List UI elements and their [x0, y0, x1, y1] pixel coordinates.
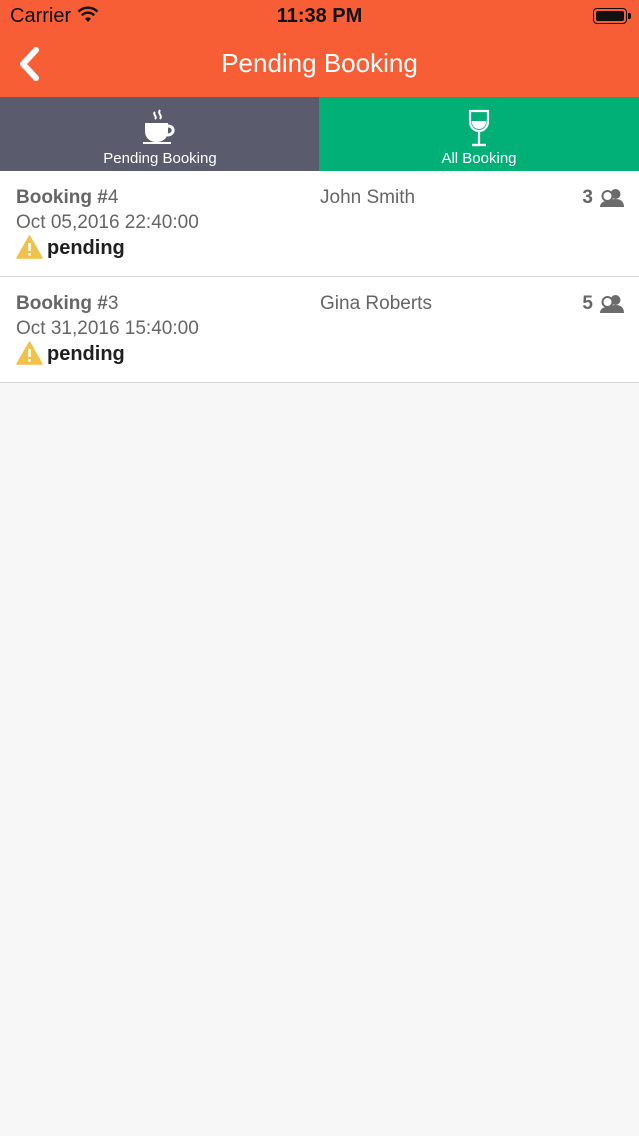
- battery-icon: [593, 8, 631, 24]
- navigation-bar: Carrier 11:38 PM Pending Booking: [0, 0, 639, 97]
- tab-pending-booking[interactable]: Pending Booking: [0, 97, 320, 171]
- people-icon: [600, 189, 624, 207]
- booking-list: Booking #4 Oct 05,2016 22:40:00 pending …: [0, 171, 639, 383]
- tab-all-booking[interactable]: All Booking: [319, 97, 639, 171]
- status-bar: Carrier 11:38 PM: [0, 0, 639, 34]
- tab-label: Pending Booking: [103, 150, 217, 167]
- list-item[interactable]: Booking #3 Oct 31,2016 15:40:00 pending …: [0, 277, 639, 383]
- guest-count: 3: [582, 187, 593, 208]
- page-title: Pending Booking: [221, 48, 418, 78]
- booking-datetime: Oct 05,2016 22:40:00: [16, 212, 199, 233]
- customer-name: John Smith: [320, 187, 416, 208]
- booking-id: 3: [107, 293, 119, 314]
- booking-number: Booking #3: [16, 293, 118, 315]
- warning-icon: [16, 235, 43, 259]
- status-time: 11:38 PM: [276, 5, 363, 27]
- customer-name: Gina Roberts: [320, 293, 432, 314]
- guest-count: 5: [582, 293, 593, 314]
- tab-label: All Booking: [441, 150, 517, 167]
- booking-datetime: Oct 31,2016 15:40:00: [16, 318, 199, 339]
- booking-id: 4: [107, 187, 119, 208]
- warning-icon: [16, 341, 43, 365]
- list-item[interactable]: Booking #4 Oct 05,2016 22:40:00 pending …: [0, 171, 639, 277]
- wine-glass-icon: [468, 109, 490, 147]
- coffee-cup-icon: [143, 109, 175, 144]
- booking-tabs: Pending Booking All Booking: [0, 97, 639, 171]
- booking-label: Booking #: [16, 187, 108, 208]
- booking-number: Booking #4: [16, 187, 118, 209]
- status-text: pending: [47, 343, 125, 365]
- people-icon: [600, 295, 624, 313]
- status-text: pending: [47, 237, 125, 259]
- booking-label: Booking #: [16, 293, 108, 314]
